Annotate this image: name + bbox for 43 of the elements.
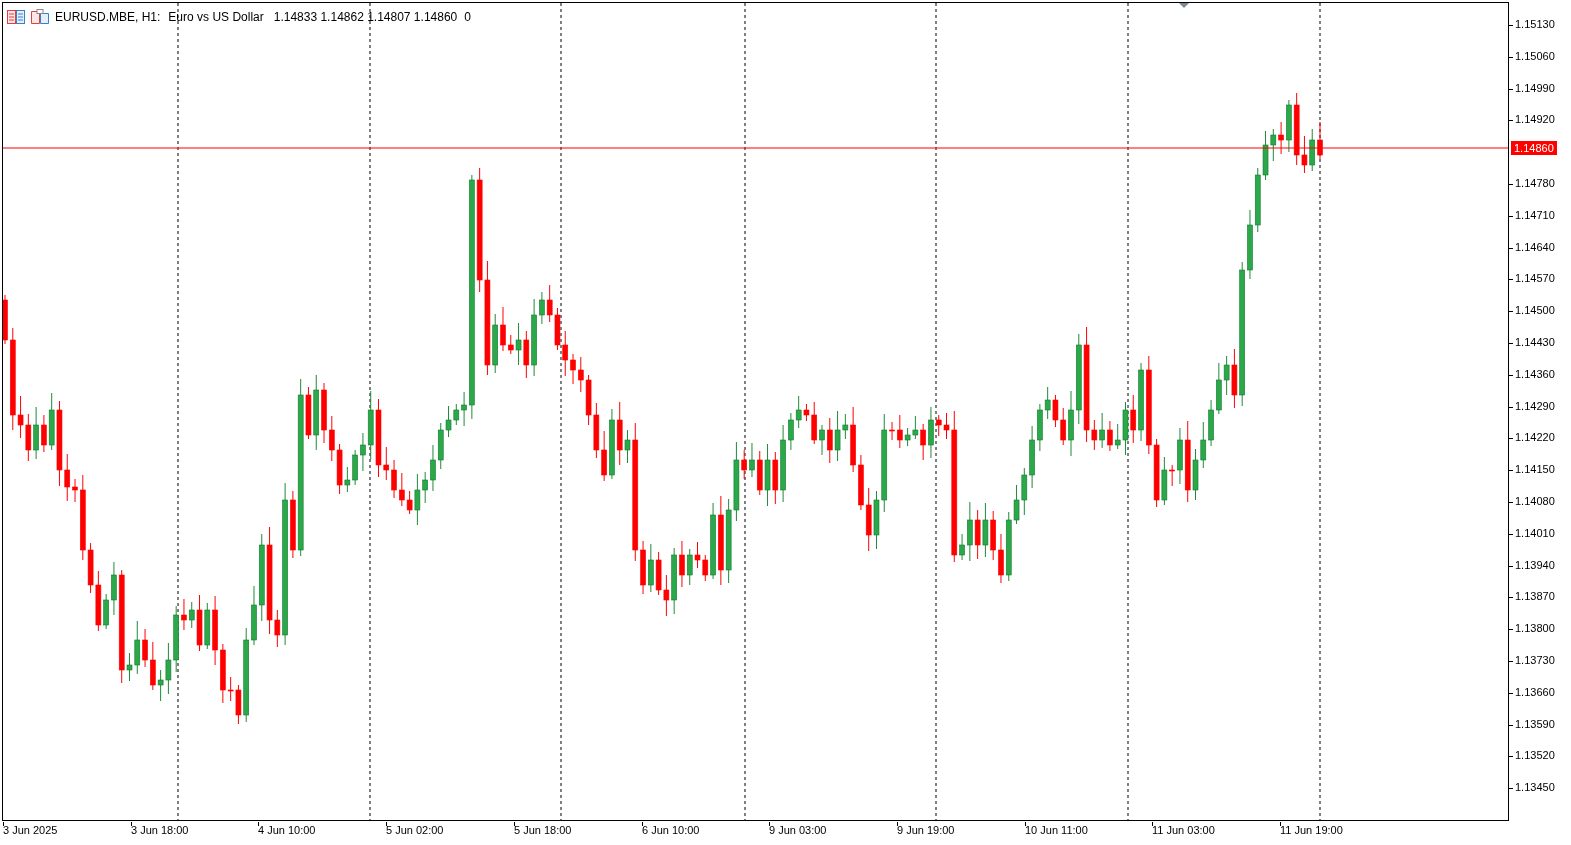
time-axis-label: 3 Jun 18:00 [131, 825, 189, 836]
price-axis-label: 1.13730 [1515, 655, 1555, 666]
price-axis-label: 1.15130 [1515, 19, 1555, 30]
volume-value: 0 [464, 10, 471, 23]
time-axis-label: 9 Jun 03:00 [769, 825, 827, 836]
price-axis-label: 1.13450 [1515, 782, 1555, 793]
time-axis-label: 11 Jun 03:00 [1152, 825, 1215, 836]
ohlc-values: 1.14833 1.14862 1.14807 1.14860 [273, 10, 458, 23]
table-icon[interactable] [7, 9, 25, 24]
symbol-description: Euro vs US Dollar [168, 10, 264, 23]
chart-shift-marker-icon[interactable] [1179, 3, 1189, 8]
price-axis-label: 1.13660 [1515, 687, 1555, 698]
price-axis-label: 1.14360 [1515, 369, 1555, 380]
chart-symbol-title: EURUSD.MBE, H1: [55, 10, 161, 23]
price-axis-label: 1.13590 [1515, 719, 1555, 730]
price-axis-label: 1.14220 [1515, 432, 1555, 443]
time-axis-label: 11 Jun 19:00 [1280, 825, 1343, 836]
price-axis-label: 1.14710 [1515, 210, 1555, 221]
price-axis-label: 1.13870 [1515, 591, 1555, 602]
price-axis-label: 1.13800 [1515, 623, 1555, 634]
price-axis-label: 1.14290 [1515, 401, 1555, 412]
price-axis-label: 1.14430 [1515, 337, 1555, 348]
price-axis-label: 1.14920 [1515, 114, 1555, 125]
symbol-properties-icon[interactable] [31, 9, 49, 24]
time-axis-label: 10 Jun 11:00 [1025, 825, 1088, 836]
price-axis-label: 1.13940 [1515, 560, 1555, 571]
price-axis-label: 1.14150 [1515, 464, 1555, 475]
time-axis-label: 6 Jun 10:00 [642, 825, 700, 836]
price-axis-label: 1.14500 [1515, 305, 1555, 316]
price-axis-label: 1.14010 [1515, 528, 1555, 539]
price-axis-label: 1.14080 [1515, 496, 1555, 507]
time-axis-label: 3 Jun 2025 [3, 825, 58, 836]
price-axis-label: 1.14780 [1515, 178, 1555, 189]
price-axis-label: 1.13520 [1515, 750, 1555, 761]
time-axis-label: 4 Jun 10:00 [258, 825, 316, 836]
time-axis-label: 5 Jun 18:00 [514, 825, 572, 836]
current-price-label: 1.14860 [1511, 141, 1557, 155]
time-axis-label: 5 Jun 02:00 [386, 825, 444, 836]
price-axis-label: 1.14570 [1515, 273, 1555, 284]
time-axis-label: 9 Jun 19:00 [897, 825, 955, 836]
price-axis-label: 1.14990 [1515, 83, 1555, 94]
price-axis-label: 1.14640 [1515, 242, 1555, 253]
price-axis-label: 1.15060 [1515, 51, 1555, 62]
